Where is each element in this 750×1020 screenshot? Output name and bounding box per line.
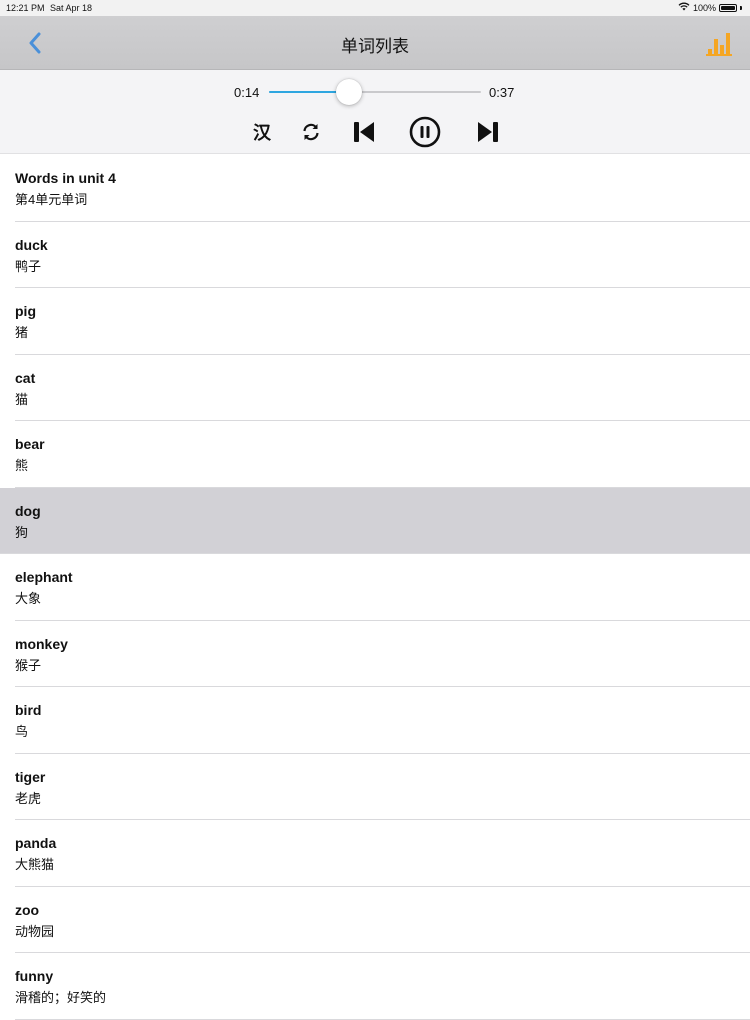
word-row[interactable]: pig 猪	[0, 288, 750, 355]
status-bar: 12:21 PM Sat Apr 18 100%	[0, 0, 750, 16]
word-english: cat	[15, 369, 36, 386]
word-chinese: 滑稽的；好笑的	[15, 990, 107, 1005]
skip-previous-icon	[354, 122, 374, 142]
repeat-icon	[303, 123, 319, 141]
battery-icon	[719, 3, 737, 12]
bar-chart-icon	[706, 33, 732, 56]
word-english: zoo	[15, 901, 40, 918]
word-english: funny	[15, 968, 54, 984]
word-chinese: 第4单元单词	[15, 192, 88, 207]
word-chinese: 猫	[15, 391, 29, 407]
word-chinese: 动物园	[15, 923, 55, 939]
word-row[interactable]: cat 猫	[0, 354, 750, 421]
word-chinese: 猪	[15, 325, 29, 340]
word-chinese: 熊	[15, 458, 29, 473]
word-row[interactable]: funny 滑稽的；好笑的	[0, 953, 750, 1020]
word-chinese: 大熊猫	[15, 857, 55, 872]
word-row[interactable]: dog 狗	[0, 487, 750, 554]
word-list: Words in unit 4 第4单元单词 duck 鸭子 pig 猪 cat 猫 bear 熊…	[0, 155, 750, 1020]
navigation-bar: 单词列表	[0, 16, 750, 70]
pause-button[interactable]	[409, 116, 441, 148]
row-separator	[15, 1018, 750, 1020]
word-chinese: 鸭子	[15, 258, 42, 274]
language-toggle-button[interactable]: 汉	[246, 116, 278, 148]
word-english: bear	[15, 436, 45, 452]
word-row[interactable]: duck 鸭子	[0, 221, 750, 288]
stats-button[interactable]	[706, 30, 732, 56]
word-english: elephant	[15, 569, 73, 585]
progress-thumb[interactable]	[336, 79, 363, 105]
page-title: 单词列表	[341, 37, 409, 56]
battery-cap	[740, 5, 742, 10]
status-right: 100%	[678, 2, 742, 13]
current-time: 0:14	[234, 85, 260, 100]
word-chinese: 狗	[15, 524, 29, 540]
total-time: 0:37	[489, 85, 515, 100]
word-english: panda	[15, 835, 57, 851]
word-english: tiger	[15, 768, 46, 785]
word-row[interactable]: panda 大熊猫	[0, 820, 750, 887]
word-row[interactable]: zoo 动物园	[0, 886, 750, 953]
word-row[interactable]: bird 鸟	[0, 687, 750, 754]
pause-icon	[409, 116, 441, 148]
word-english: duck	[15, 236, 48, 253]
word-english: bird	[15, 702, 42, 718]
word-row[interactable]: monkey 猴子	[0, 620, 750, 687]
next-button[interactable]	[472, 116, 504, 148]
previous-button[interactable]	[348, 116, 380, 148]
wifi-icon	[678, 2, 690, 13]
word-chinese: 大象	[15, 591, 42, 606]
status-date: Sat Apr 18	[50, 3, 93, 13]
word-row[interactable]: Words in unit 4 第4单元单词	[0, 155, 750, 222]
word-english: pig	[15, 303, 36, 319]
word-chinese: 鸟	[15, 724, 29, 739]
skip-next-icon	[478, 122, 498, 142]
word-english: Words in unit 4	[15, 170, 116, 186]
status-time: 12:21 PM	[6, 3, 45, 13]
audio-player: 0:14 0:37 汉	[0, 70, 750, 154]
word-row[interactable]: bear 熊	[0, 421, 750, 488]
battery-percent: 100%	[692, 2, 716, 13]
word-english: monkey	[15, 635, 68, 652]
word-chinese: 猴子	[15, 657, 42, 673]
word-english: dog	[15, 502, 41, 519]
word-row[interactable]: elephant 大象	[0, 554, 750, 621]
word-chinese: 老虎	[15, 790, 42, 806]
repeat-button[interactable]	[295, 116, 327, 148]
progress-slider[interactable]	[269, 79, 481, 105]
word-row[interactable]: tiger 老虎	[0, 753, 750, 820]
